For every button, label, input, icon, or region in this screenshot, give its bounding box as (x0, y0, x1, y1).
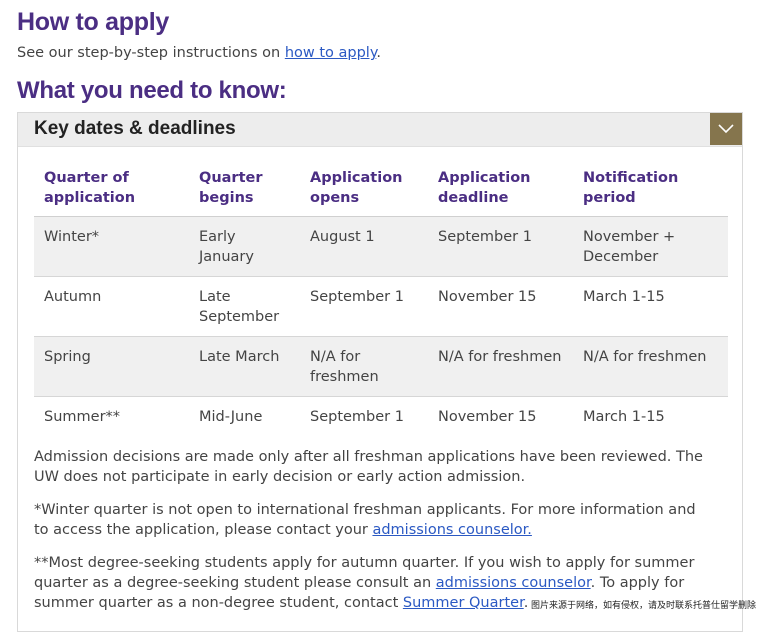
panel-header[interactable]: Key dates & deadlines (18, 113, 742, 147)
table-cell: September 1 (428, 216, 573, 277)
table-row: Autumn Late September September 1 Novemb… (34, 276, 728, 337)
intro-after: . (376, 45, 381, 61)
header-notification-period: Notification period (573, 168, 728, 217)
table-cell: August 1 (300, 216, 428, 277)
admissions-counselor-link[interactable]: admissions counselor. (372, 522, 531, 538)
table-cell: Mid-June (199, 409, 263, 425)
table-cell: November + December (573, 216, 728, 277)
table-cell: November 15 (438, 409, 537, 425)
table-cell: March 1-15 (583, 409, 665, 425)
table-cell: Late March (189, 336, 300, 397)
chevron-down-icon (718, 124, 734, 134)
table-cell: N/A for freshmen (300, 336, 428, 397)
table-cell: N/A for freshmen (428, 336, 573, 397)
table-cell: September 1 (310, 409, 404, 425)
panel-toggle-button[interactable] (710, 113, 742, 145)
table-cell: Early January (189, 216, 300, 277)
summer-quarter-link[interactable]: Summer Quarter (403, 595, 524, 611)
table-header-row: Quarter of application Quarter begins Ap… (34, 168, 728, 217)
section-title: What you need to know: (17, 77, 287, 104)
winter-note: *Winter quarter is not open to internati… (34, 500, 714, 540)
header-application-deadline: Application deadline (428, 168, 573, 217)
table-row: Summer** Mid-June September 1 November 1… (34, 397, 728, 437)
winter-note-text: *Winter quarter is not open to internati… (34, 502, 696, 538)
how-to-apply-link[interactable]: how to apply (285, 45, 377, 61)
admission-decisions-note: Admission decisions are made only after … (34, 449, 703, 485)
table-cell: September 1 (300, 276, 428, 337)
table-cell: Late September (189, 276, 300, 337)
table-row: Spring Late March N/A for freshmen N/A f… (34, 336, 728, 397)
table-cell: Summer** (44, 409, 121, 425)
table-row: Winter* Early January August 1 September… (34, 216, 728, 277)
table-cell: Winter* (34, 216, 189, 277)
header-quarter-of-application: Quarter of application (34, 168, 189, 217)
table-cell: Spring (34, 336, 189, 397)
admissions-counselor-link-2[interactable]: admissions counselor (436, 575, 591, 591)
table-cell: November 15 (428, 276, 573, 337)
intro-before: See our step-by-step instructions on (17, 45, 285, 61)
table-cell: N/A for freshmen (573, 336, 728, 397)
key-dates-panel: Key dates & deadlines Quarter of applica… (17, 112, 743, 632)
table-cell: Autumn (34, 276, 189, 337)
watermark-text: 图片来源于网络，如有侵权，请及时联系托普仕留学删除 (530, 601, 756, 611)
table-cell: March 1-15 (573, 276, 728, 337)
header-application-opens: Application opens (300, 168, 428, 217)
intro-text: See our step-by-step instructions on how… (17, 45, 381, 61)
page-title: How to apply (17, 8, 169, 36)
header-quarter-begins: Quarter begins (189, 168, 300, 217)
summer-note-end: . (523, 595, 529, 611)
panel-title: Key dates & deadlines (34, 118, 236, 139)
dates-table: Quarter of application Quarter begins Ap… (34, 168, 728, 436)
